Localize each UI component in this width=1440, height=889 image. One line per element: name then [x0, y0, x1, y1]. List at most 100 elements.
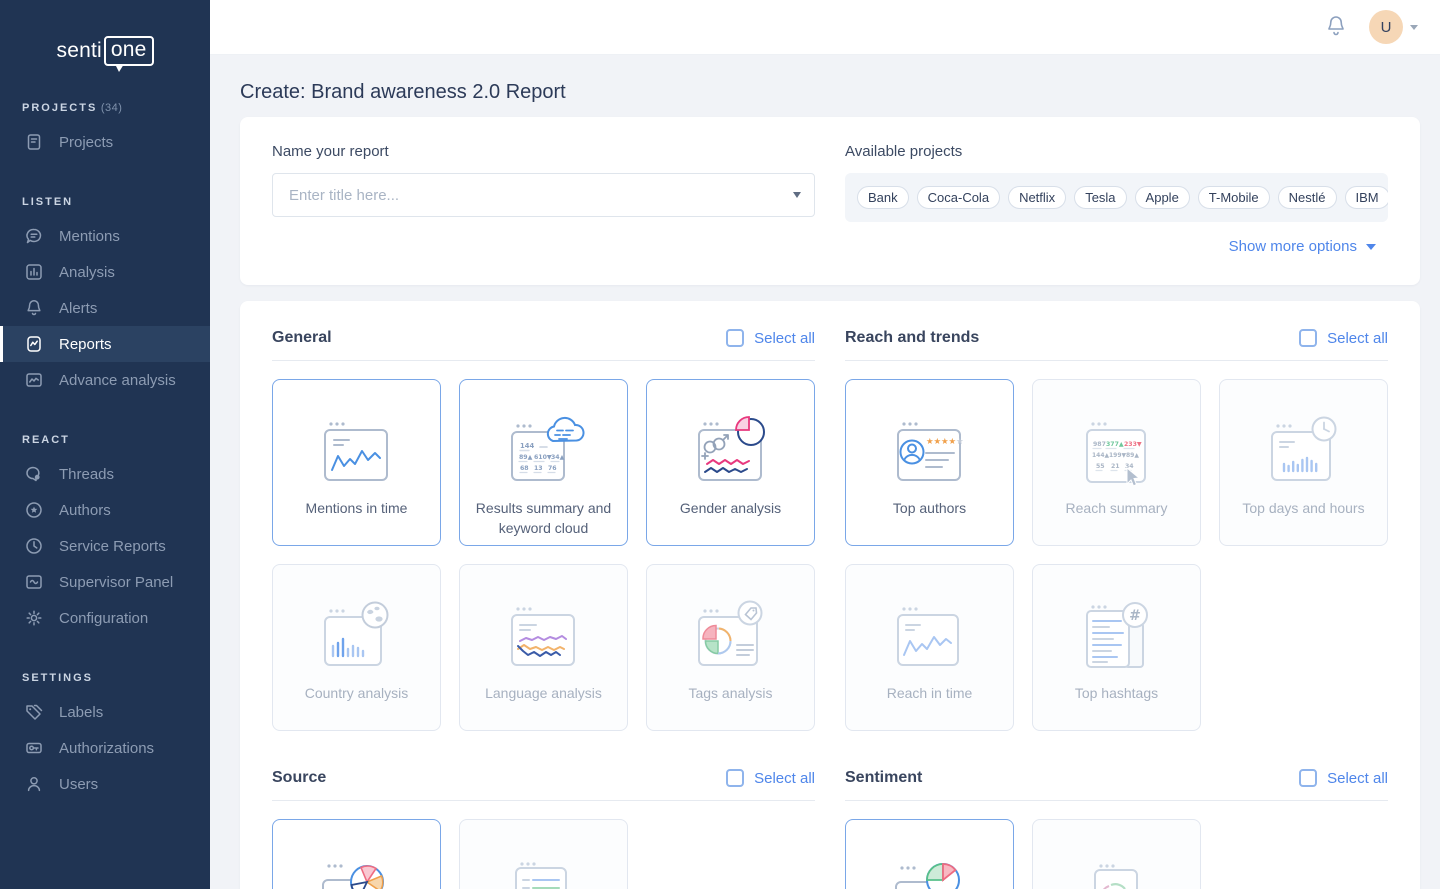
sidebar-item-projects[interactable]: Projects: [0, 124, 210, 160]
select-all-label: Select all: [754, 330, 815, 347]
widget-card-reach-summary[interactable]: 987377▲233▼144▲199▼89▲552134 Reach summar…: [1032, 379, 1201, 546]
widget-card-top-days-and-hours[interactable]: Top days and hours: [1219, 379, 1388, 546]
widget-card-source-pie[interactable]: [272, 819, 441, 889]
avatar-menu-caret-icon[interactable]: [1410, 25, 1418, 30]
bell-icon: [1325, 14, 1347, 41]
name-report-column: Name your report: [272, 143, 815, 285]
select-all-general[interactable]: Select all: [726, 329, 815, 347]
sidebar-item-label: Projects: [59, 134, 113, 151]
widget-card-tags-analysis[interactable]: Tags analysis: [646, 564, 815, 731]
service-reports-icon: [24, 536, 44, 556]
sidebar-item-mentions[interactable]: Mentions: [0, 218, 210, 254]
widget-card-source-list[interactable]: [459, 819, 628, 889]
project-chip-bank[interactable]: Bank: [857, 186, 909, 209]
widget-card-label: Top days and hours: [1232, 498, 1374, 518]
widget-card-country-analysis[interactable]: Country analysis: [272, 564, 441, 731]
svg-text:89▲: 89▲: [1126, 452, 1139, 459]
gender-analysis-icon: [683, 380, 779, 494]
svg-text:377▲: 377▲: [1106, 441, 1124, 448]
reach-summary-icon: 987377▲233▼144▲199▼89▲552134: [1069, 380, 1165, 494]
svg-text:199▼: 199▼: [1109, 452, 1127, 459]
sidebar-item-label: Users: [59, 776, 98, 793]
sidebar-item-advance-analysis[interactable]: Advance analysis: [0, 362, 210, 398]
project-chip-tesla[interactable]: Tesla: [1074, 186, 1126, 209]
svg-text:21: 21: [1111, 463, 1120, 470]
show-more-options-link[interactable]: Show more options: [1229, 238, 1357, 255]
avatar-initial: U: [1381, 19, 1392, 36]
select-all-checkbox[interactable]: [1299, 329, 1317, 347]
widget-card-top-hashtags[interactable]: #Top hashtags: [1032, 564, 1201, 731]
select-all-sentiment[interactable]: Select all: [1299, 769, 1388, 787]
select-all-reach-and-trends[interactable]: Select all: [1299, 329, 1388, 347]
widget-card-results-summary-and-keyword-cloud[interactable]: 14489▲610▼34▲681376Results summary and k…: [459, 379, 628, 546]
widget-card-top-authors[interactable]: ★★★★★Top authors: [845, 379, 1014, 546]
logo-bubble: one: [104, 36, 154, 66]
sidebar-item-reports[interactable]: Reports: [0, 326, 210, 362]
sidebar-item-label: Reports: [59, 336, 112, 353]
project-chip-ibm[interactable]: IBM: [1345, 186, 1388, 209]
widget-card-reach-in-time[interactable]: Reach in time: [845, 564, 1014, 731]
authorizations-icon: [24, 738, 44, 758]
sidebar-item-supervisor-panel[interactable]: Supervisor Panel: [0, 564, 210, 600]
svg-text:144: 144: [520, 442, 534, 450]
project-chip-nestl[interactable]: Nestlé: [1278, 186, 1337, 209]
labels-icon: [24, 702, 44, 722]
sidebar-item-threads[interactable]: Threads: [0, 456, 210, 492]
svg-text:144▲: 144▲: [1092, 452, 1110, 459]
section-divider: [272, 360, 815, 361]
report-title-input[interactable]: [272, 173, 815, 217]
widget-card-mentions-in-time[interactable]: Mentions in time: [272, 379, 441, 546]
project-chip-apple[interactable]: Apple: [1135, 186, 1190, 209]
mentions-icon: [24, 226, 44, 246]
show-more-row: Show more options: [845, 238, 1388, 255]
widget-grid: [272, 819, 815, 889]
section-header: SourceSelect all: [272, 769, 815, 787]
analysis-icon: [24, 262, 44, 282]
show-more-caret-icon[interactable]: [1366, 244, 1376, 250]
avatar[interactable]: U: [1369, 10, 1403, 44]
widget-column-right: Reach and trendsSelect all★★★★★Top autho…: [845, 329, 1388, 889]
widget-card-sentiment-pie[interactable]: [845, 819, 1014, 889]
title-input-wrap: [272, 173, 815, 217]
top-authors-icon: ★★★★★: [882, 380, 978, 494]
sidebar-item-label: Authors: [59, 502, 111, 519]
sidebar: sentione PROJECTS (34)ProjectsLISTENMent…: [0, 0, 210, 889]
section-sentiment: SentimentSelect all: [845, 769, 1388, 889]
section-header: GeneralSelect all: [272, 329, 815, 347]
project-chip-t-mobile[interactable]: T-Mobile: [1198, 186, 1270, 209]
widget-card-gender-analysis[interactable]: Gender analysis: [646, 379, 815, 546]
sidebar-section-title-settings: SETTINGS: [22, 672, 210, 684]
widget-card-label: Reach in time: [877, 683, 983, 703]
select-all-source[interactable]: Select all: [726, 769, 815, 787]
sidebar-item-authorizations[interactable]: Authorizations: [0, 730, 210, 766]
sidebar-item-service-reports[interactable]: Service Reports: [0, 528, 210, 564]
country-analysis-icon: [309, 565, 405, 679]
sidebar-item-alerts[interactable]: Alerts: [0, 290, 210, 326]
results-summary-icon: 14489▲610▼34▲681376: [496, 380, 592, 494]
notifications-button[interactable]: [1325, 14, 1347, 41]
project-chip-netflix[interactable]: Netflix: [1008, 186, 1066, 209]
sidebar-item-authors[interactable]: Authors: [0, 492, 210, 528]
sidebar-item-labels[interactable]: Labels: [0, 694, 210, 730]
sidebar-item-analysis[interactable]: Analysis: [0, 254, 210, 290]
top-days-hours-icon: [1256, 380, 1352, 494]
project-chip-list: Bank Coca-Cola Netflix Tesla Apple T-Mobile Ne…: [845, 173, 1388, 222]
sidebar-item-label: Service Reports: [59, 538, 166, 555]
sidebar-item-configuration[interactable]: Configuration: [0, 600, 210, 636]
widget-card-label: Results summary and keyword cloud: [460, 498, 627, 538]
widget-card-label: Tags analysis: [678, 683, 782, 703]
widget-card-label: Gender analysis: [670, 498, 791, 518]
section-divider: [845, 360, 1388, 361]
select-all-checkbox[interactable]: [726, 329, 744, 347]
supervisor-panel-icon: [24, 572, 44, 592]
project-chip-coca-cola[interactable]: Coca-Cola: [917, 186, 1000, 209]
sidebar-item-users[interactable]: Users: [0, 766, 210, 802]
widget-card-language-analysis[interactable]: Language analysis: [459, 564, 628, 731]
select-all-checkbox[interactable]: [1299, 769, 1317, 787]
widget-card-sentiment-gauge[interactable]: [1032, 819, 1201, 889]
widget-card-label: Reach summary: [1056, 498, 1178, 518]
select-all-checkbox[interactable]: [726, 769, 744, 787]
widget-grid: [845, 819, 1388, 889]
configuration-icon: [24, 608, 44, 628]
language-analysis-icon: [496, 565, 592, 679]
